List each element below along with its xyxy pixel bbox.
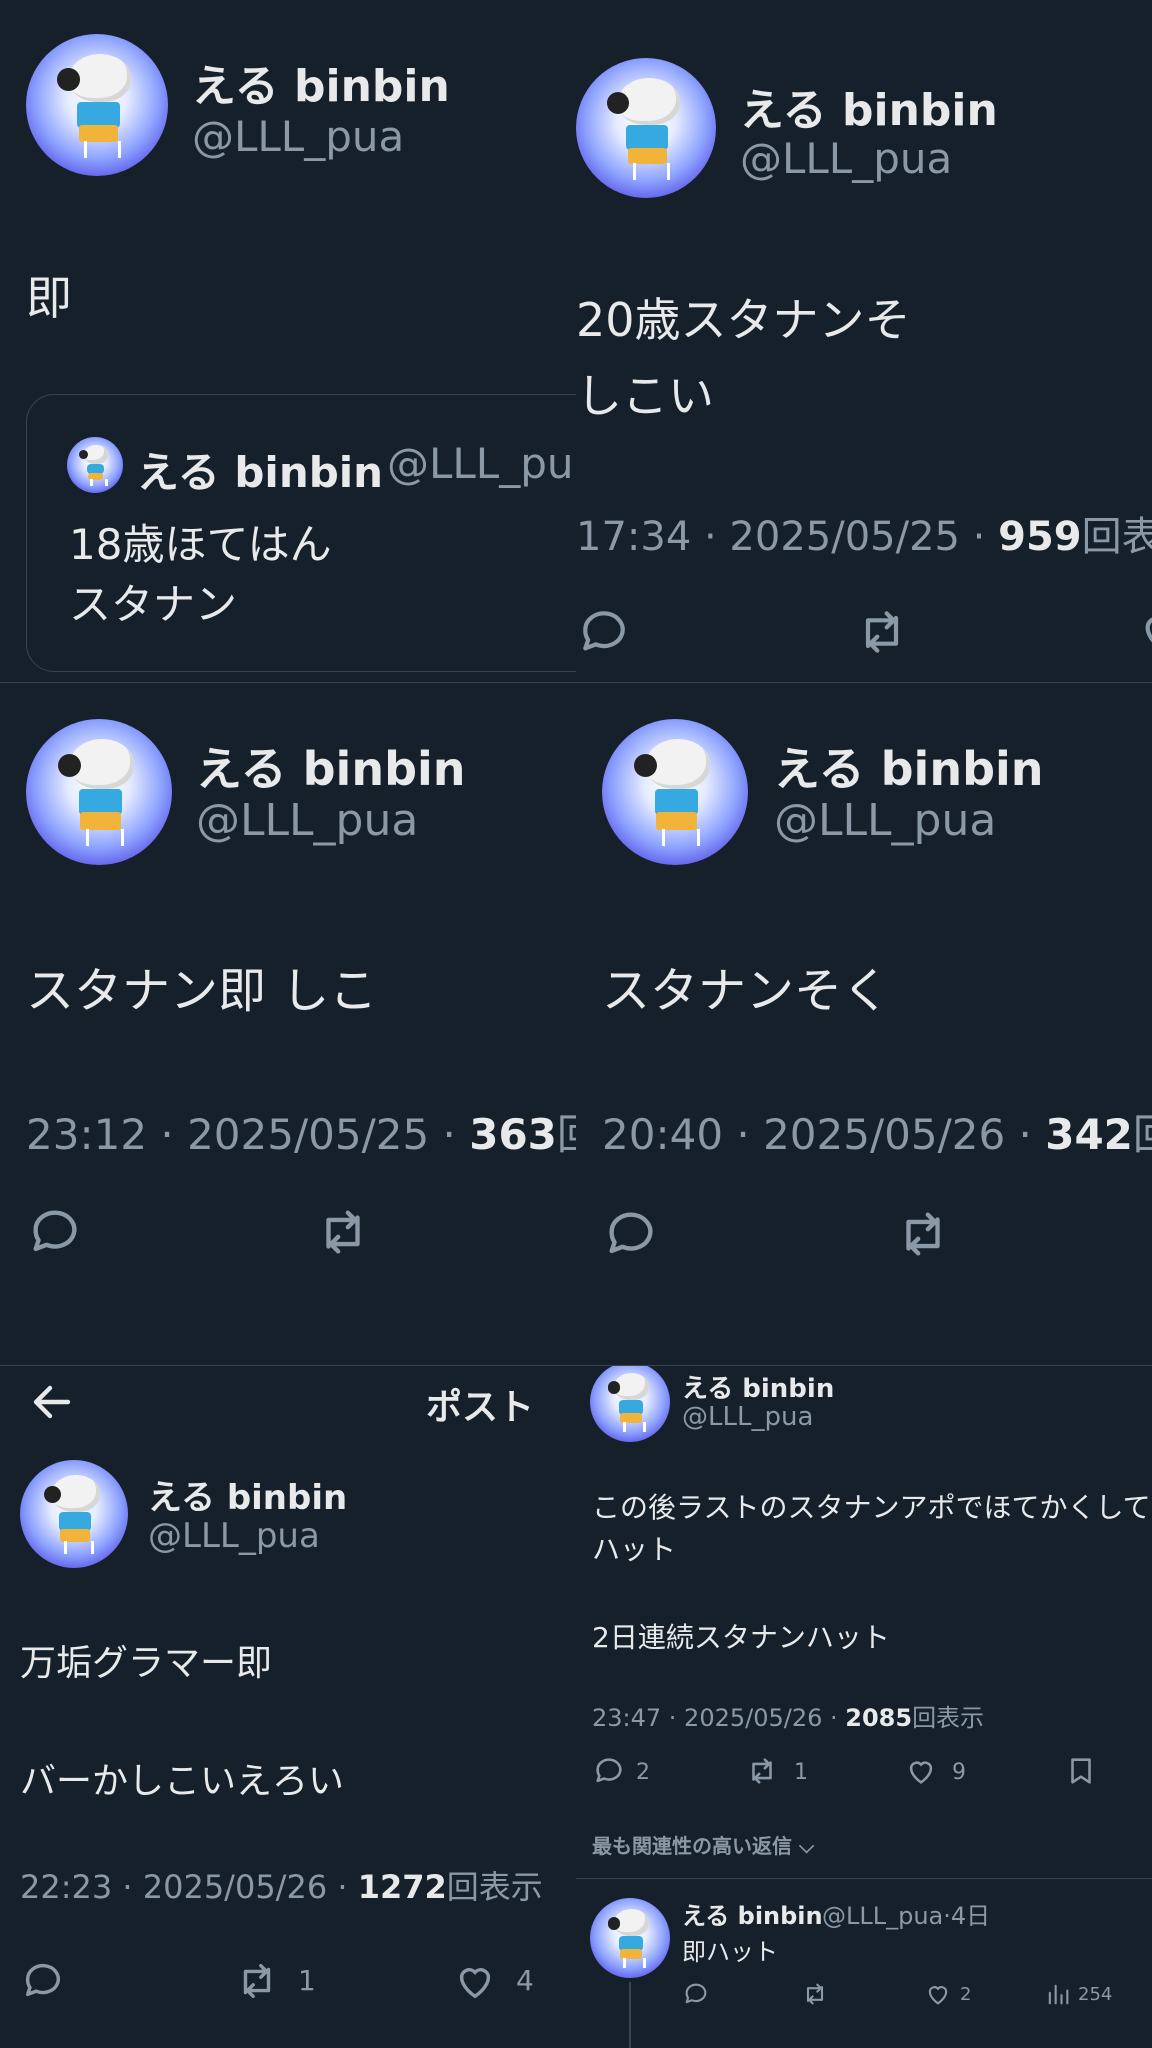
user-handle[interactable]: @LLL_pua — [148, 1516, 320, 1556]
display-name[interactable]: える binbin — [192, 50, 450, 114]
quote-text-line-1: 18歳ほてはん — [69, 520, 332, 569]
reply-display-name[interactable]: える binbin — [682, 1896, 823, 1931]
retweet-count: 1 — [794, 1760, 808, 1785]
retweet-icon[interactable] — [232, 1958, 282, 2004]
like-icon[interactable] — [904, 1754, 938, 1788]
display-name[interactable]: える binbin — [774, 733, 1044, 799]
view-label: 回表示 — [446, 1868, 543, 1906]
post-text-line-1: 万垢グラマー即 — [20, 1643, 273, 1684]
post-text-line-2: バーかしこいえろい — [20, 1761, 345, 1802]
avatar[interactable] — [590, 1366, 670, 1442]
reply-count: 2 — [636, 1760, 650, 1785]
chevron-down-icon: ⌵ — [792, 1834, 815, 1858]
post-text-line-2: しこい — [576, 369, 714, 423]
reply-text: 即ハット — [682, 1938, 778, 1966]
views-icon[interactable] — [1044, 1980, 1072, 2008]
avatar[interactable] — [576, 58, 716, 198]
like-icon[interactable] — [924, 1980, 952, 2008]
display-name[interactable]: える binbin — [740, 74, 998, 138]
bookmark-icon[interactable] — [1064, 1754, 1098, 1788]
post-text: スタナン即 しこ — [26, 963, 378, 1019]
reply-icon[interactable] — [576, 604, 632, 660]
post-text-line-1: 20歳スタナンそ — [576, 293, 911, 347]
retweet-icon[interactable] — [312, 1203, 374, 1261]
like-icon[interactable] — [452, 1958, 498, 2004]
retweet-count: 1 — [298, 1964, 316, 1997]
post-text-line-3: 2日連続スタナンハット — [592, 1621, 890, 1654]
post-panel-6: える binbin @LLL_pua この後ラストのスタナンアポでほてかくして … — [576, 1366, 1152, 2048]
user-handle[interactable]: @LLL_pua — [682, 1402, 813, 1432]
post-meta: 23:47 · 2025/05/26 · 2085回表示 — [592, 1698, 984, 1733]
avatar[interactable] — [26, 34, 168, 176]
reply-icon[interactable] — [592, 1754, 626, 1788]
post-panel-4: える binbin @LLL_pua スタナンそく 20:40 · 2025/0… — [576, 683, 1152, 1365]
reply-icon[interactable] — [26, 1203, 84, 1261]
user-handle[interactable]: @LLL_pua — [196, 795, 418, 846]
view-count: 363 — [469, 1110, 557, 1159]
back-arrow-icon[interactable] — [28, 1378, 76, 1426]
post-timestamp: 17:34 · 2025/05/25 · — [576, 514, 999, 560]
retweet-icon[interactable] — [744, 1754, 780, 1788]
view-count: 959 — [998, 514, 1082, 560]
like-icon[interactable] — [1136, 604, 1152, 660]
like-count: 9 — [952, 1760, 966, 1785]
quoted-post[interactable]: える binbin @LLL_pu 18歳ほてはん スタナン — [26, 394, 576, 672]
post-panel-3: える binbin @LLL_pua スタナン即 しこ 23:12 · 2025… — [0, 683, 576, 1365]
page-title: ポスト — [426, 1387, 535, 1428]
divider — [576, 1878, 1152, 1879]
reply-handle-time[interactable]: @LLL_pua·4日 — [822, 1896, 990, 1931]
view-label: 回 — [557, 1110, 576, 1159]
post-meta: 20:40 · 2025/05/26 · 342回 — [602, 1101, 1152, 1162]
quote-display-name: える binbin — [137, 448, 384, 497]
display-name[interactable]: える binbin — [196, 733, 466, 799]
thread-line — [629, 1982, 631, 2048]
post-timestamp: 20:40 · 2025/05/26 · — [602, 1110, 1046, 1159]
view-label: 回表示 — [912, 1704, 985, 1732]
like-count: 2 — [960, 1984, 972, 2005]
post-text-line-2: ハット — [592, 1533, 677, 1566]
user-handle[interactable]: @LLL_pua — [192, 112, 404, 161]
post-text: スタナンそく — [602, 963, 891, 1019]
user-handle[interactable]: @LLL_pua — [740, 134, 952, 183]
reply-sort-dropdown[interactable]: 最も関連性の高い返信 ⌵ — [592, 1830, 814, 1859]
user-handle[interactable]: @LLL_pua — [774, 795, 996, 846]
avatar[interactable] — [20, 1460, 128, 1568]
avatar[interactable] — [26, 719, 172, 865]
post-text: 即 — [26, 271, 72, 325]
display-name[interactable]: える binbin — [682, 1368, 834, 1405]
quote-handle: @LLL_pu — [387, 439, 574, 488]
avatar[interactable] — [602, 719, 748, 865]
post-text-line-1: この後ラストのスタナンアポでほてかくして — [592, 1491, 1151, 1524]
display-name[interactable]: える binbin — [148, 1470, 347, 1519]
reply-icon[interactable] — [602, 1205, 660, 1263]
post-meta: 23:12 · 2025/05/25 · 363回 — [26, 1101, 576, 1162]
like-count: 4 — [516, 1964, 534, 1997]
quote-text-line-2: スタナン — [69, 580, 238, 629]
view-count: 342 — [1045, 1110, 1133, 1159]
reply-icon[interactable] — [682, 1980, 710, 2008]
post-panel-1: える binbin @LLL_pua 即 える binbin @LLL_pu 1… — [0, 0, 576, 682]
retweet-icon[interactable] — [852, 604, 912, 660]
post-timestamp: 23:12 · 2025/05/25 · — [26, 1110, 470, 1159]
reply-sort-label: 最も関連性の高い返信 — [592, 1834, 792, 1858]
post-timestamp: 23:47 · 2025/05/26 · — [592, 1704, 846, 1732]
post-meta: 22:23 · 2025/05/26 · 1272回表示 — [20, 1862, 543, 1908]
views-count: 254 — [1078, 1984, 1113, 2005]
view-count: 2085 — [845, 1704, 913, 1732]
reply-icon[interactable] — [20, 1958, 66, 2004]
reply-avatar[interactable] — [590, 1898, 670, 1978]
view-count: 1272 — [357, 1868, 447, 1906]
post-timestamp: 22:23 · 2025/05/26 · — [20, 1868, 358, 1906]
post-meta: 17:34 · 2025/05/25 · 959回表 — [576, 504, 1152, 562]
view-label: 回表 — [1081, 514, 1152, 560]
post-panel-2: える binbin @LLL_pua 20歳スタナンそ しこい 17:34 · … — [576, 0, 1152, 682]
retweet-icon[interactable] — [800, 1980, 830, 2008]
view-label: 回 — [1133, 1110, 1152, 1159]
post-panel-5: ポスト える binbin @LLL_pua 万垢グラマー即 バーかしこいえろい… — [0, 1366, 576, 2048]
quote-avatar — [67, 437, 123, 493]
retweet-icon[interactable] — [892, 1205, 954, 1263]
